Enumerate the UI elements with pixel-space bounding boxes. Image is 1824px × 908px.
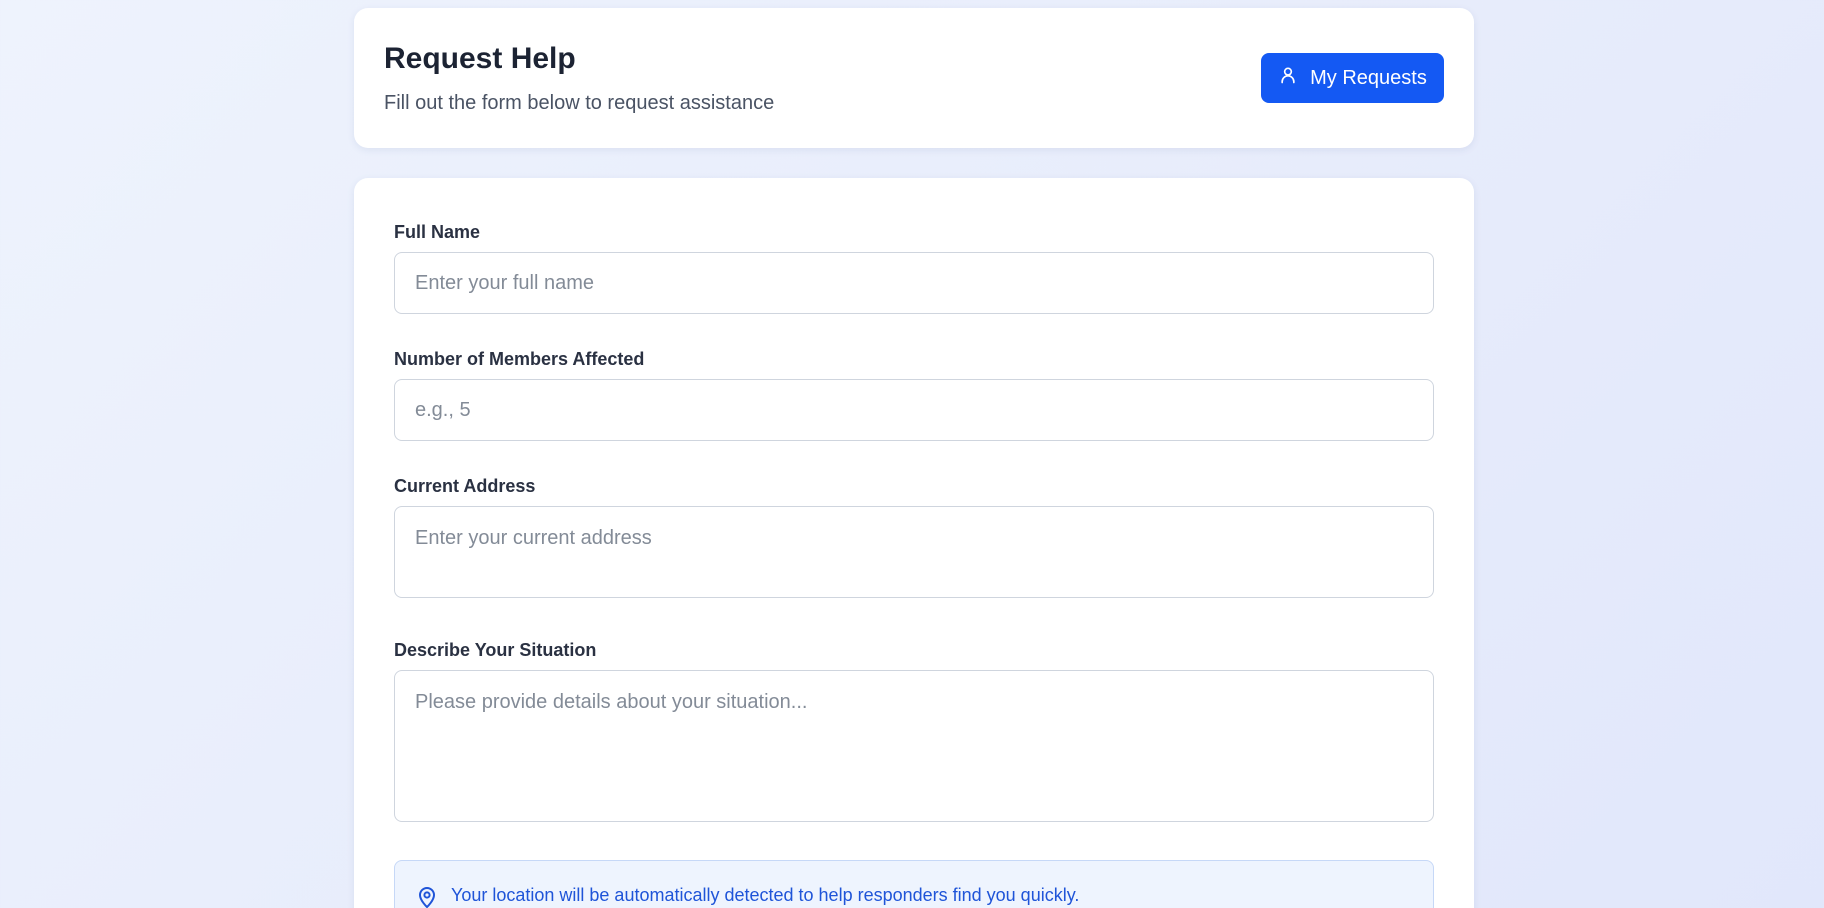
my-requests-button[interactable]: My Requests	[1261, 53, 1444, 103]
request-form: Full Name Number of Members Affected Cur…	[354, 178, 1474, 908]
page-title: Request Help	[384, 42, 576, 75]
situation-label: Describe Your Situation	[394, 640, 597, 660]
situation-textarea[interactable]	[394, 670, 1434, 822]
location-notice: Your location will be automatically dete…	[394, 860, 1434, 908]
address-textarea[interactable]	[394, 506, 1434, 598]
page-subtitle: Fill out the form below to request assis…	[384, 92, 775, 114]
my-requests-label: My Requests	[1310, 66, 1427, 89]
header-card: Request Help Fill out the form below to …	[354, 8, 1474, 148]
user-icon	[1278, 65, 1298, 91]
address-label: Current Address	[394, 476, 536, 496]
full-name-label: Full Name	[394, 222, 481, 242]
full-name-input[interactable]	[394, 252, 1434, 314]
location-notice-text: Your location will be automatically dete…	[451, 885, 1080, 905]
members-label: Number of Members Affected	[394, 349, 645, 369]
members-input[interactable]	[394, 379, 1434, 441]
